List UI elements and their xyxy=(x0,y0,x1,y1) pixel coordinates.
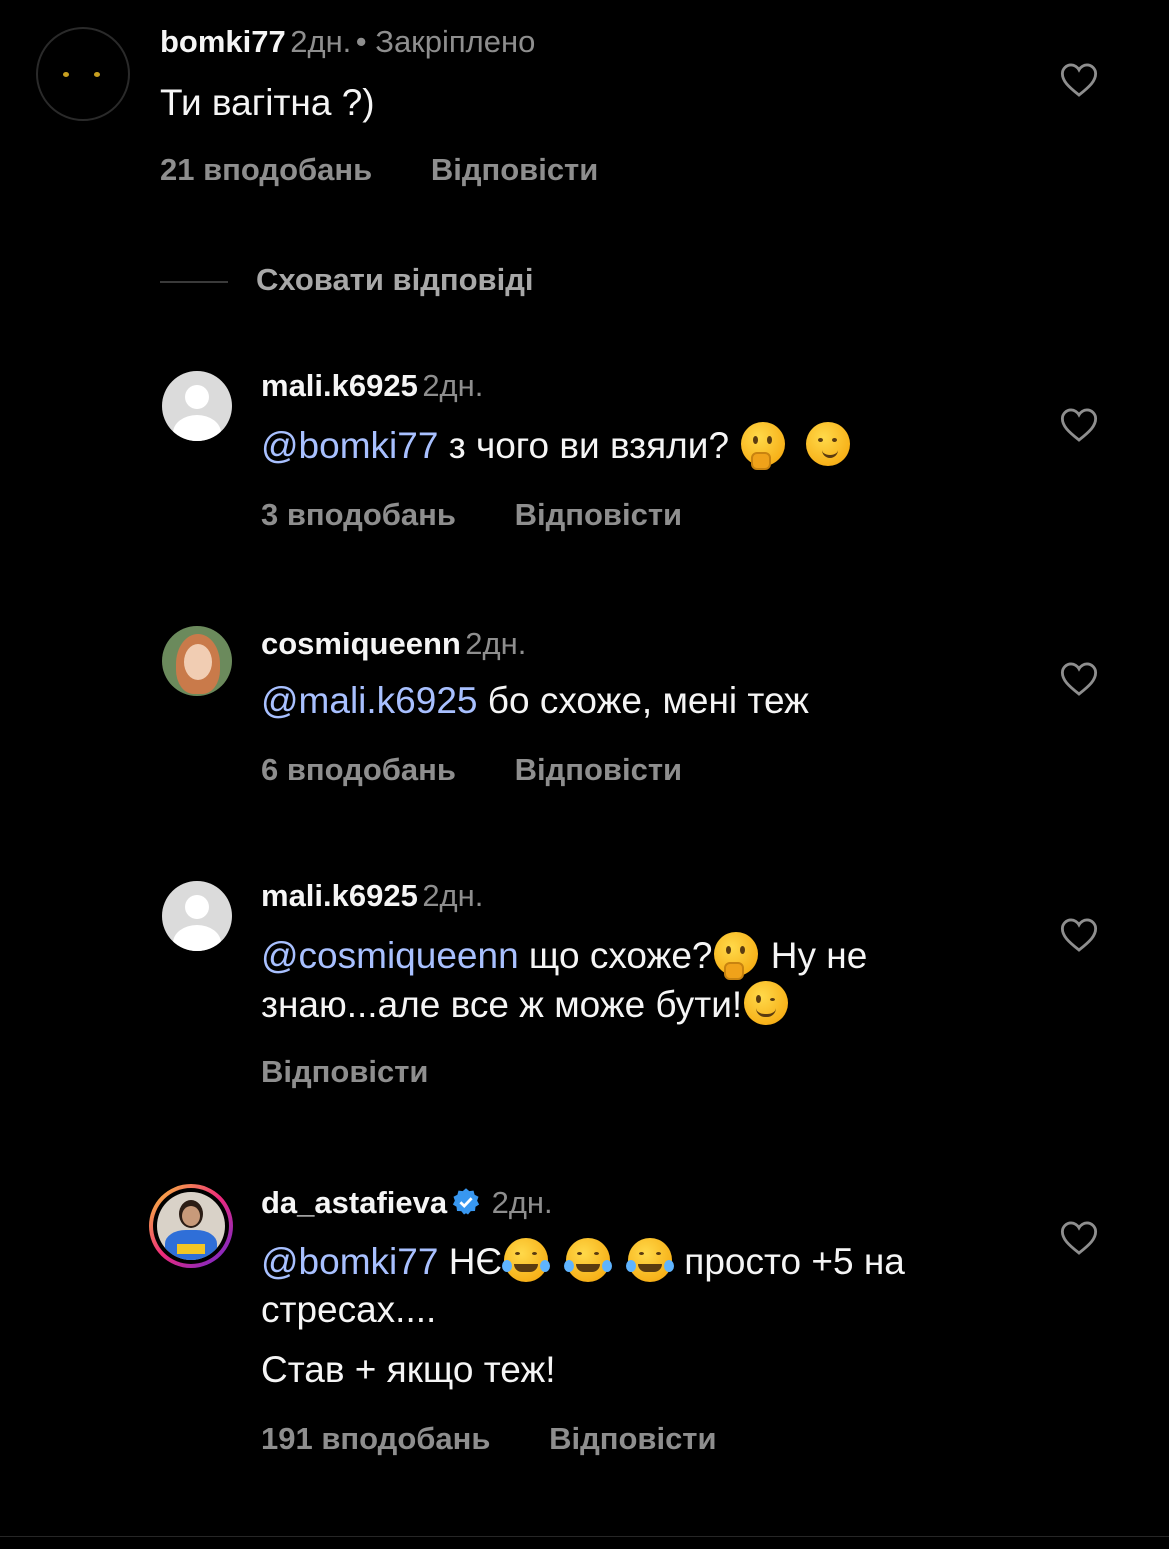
reply-button[interactable]: Відповісти xyxy=(515,497,683,533)
avatar-default[interactable] xyxy=(162,371,232,441)
heart-outline-icon[interactable] xyxy=(1060,407,1098,443)
comment-text-line3: Став + якщо теж! xyxy=(261,1349,556,1390)
tears-of-joy-emoji-icon xyxy=(502,1238,551,1282)
comment-text: НЄ xyxy=(438,1241,503,1282)
comment-text-line2: знаю...але все ж може бути! xyxy=(261,984,743,1025)
like-count[interactable]: 3 вподобань xyxy=(261,497,456,533)
username[interactable]: mali.k6925 xyxy=(261,878,418,913)
timestamp: 2дн. xyxy=(465,626,527,661)
mention-link[interactable]: @cosmiqueenn xyxy=(261,935,519,976)
comment-text: з чого ви взяли? xyxy=(438,425,730,466)
like-count[interactable]: 21 вподобань xyxy=(160,152,372,188)
comment-text: бо схоже, мені теж xyxy=(477,680,809,721)
heart-outline-icon[interactable] xyxy=(1060,661,1098,697)
tears-of-joy-emoji-icon xyxy=(626,1238,675,1282)
reply-da-astafieva: da_astafieva 2дн. @bomki77 НЄ просто +5 … xyxy=(0,1175,1169,1495)
mention-link[interactable]: @mali.k6925 xyxy=(261,680,478,721)
reply-cosmiqueenn: cosmiqueenn 2дн. @mali.k6925 бо схоже, м… xyxy=(0,614,1169,814)
comment-text: Ти вагітна ?) xyxy=(160,82,375,123)
mention-link[interactable]: @bomki77 xyxy=(261,425,438,466)
hide-replies-button[interactable]: Сховати відповіді xyxy=(256,262,534,298)
reply-button[interactable]: Відповісти xyxy=(431,152,599,188)
avatar-bomki77[interactable] xyxy=(36,27,130,121)
verified-badge-icon xyxy=(453,1188,480,1215)
reply-button[interactable]: Відповісти xyxy=(549,1421,717,1457)
comment-bomki77: bomki77 2дн. • Закріплено Ти вагітна ?) … xyxy=(0,0,1169,230)
avatar-da-astafieva[interactable] xyxy=(149,1184,233,1268)
wink-emoji-icon xyxy=(744,981,789,1025)
like-count[interactable]: 191 вподобань xyxy=(261,1421,490,1457)
pinned-label: Закріплено xyxy=(375,24,536,59)
avatar-default[interactable] xyxy=(162,881,232,951)
timestamp: 2дн. xyxy=(491,1185,553,1220)
timestamp: 2дн. xyxy=(290,24,352,59)
avatar-cosmiqueenn[interactable] xyxy=(162,626,232,696)
replies-divider xyxy=(160,281,228,283)
heart-outline-icon[interactable] xyxy=(1060,1220,1098,1256)
separator: • xyxy=(355,24,376,59)
heart-outline-icon[interactable] xyxy=(1060,62,1098,98)
reply-mali-1: mali.k6925 2дн. @bomki77 з чого ви взяли… xyxy=(0,360,1169,560)
username[interactable]: cosmiqueenn xyxy=(261,626,461,661)
mention-link[interactable]: @bomki77 xyxy=(261,1241,438,1282)
thinking-emoji-icon xyxy=(741,422,786,470)
bottom-divider xyxy=(0,1536,1169,1537)
like-count[interactable]: 6 вподобань xyxy=(261,752,456,788)
timestamp: 2дн. xyxy=(422,878,484,913)
reply-mali-2: mali.k6925 2дн. @cosmiqueenn що схоже? Н… xyxy=(0,870,1169,1110)
comment-text-cont: Ну не xyxy=(760,935,868,976)
comment-text-cont: просто +5 на xyxy=(674,1241,905,1282)
smirk-emoji-icon xyxy=(805,422,850,466)
heart-outline-icon[interactable] xyxy=(1060,917,1098,953)
tears-of-joy-emoji-icon xyxy=(564,1238,613,1282)
username[interactable]: da_astafieva xyxy=(261,1185,447,1220)
username[interactable]: mali.k6925 xyxy=(261,368,418,403)
comment-text-line2: стресах.... xyxy=(261,1289,437,1330)
timestamp: 2дн. xyxy=(422,368,484,403)
thinking-emoji-icon xyxy=(714,932,759,980)
reply-button[interactable]: Відповісти xyxy=(261,1054,429,1090)
reply-button[interactable]: Відповісти xyxy=(515,752,683,788)
username[interactable]: bomki77 xyxy=(160,24,286,59)
comment-text: що схоже? xyxy=(518,935,713,976)
